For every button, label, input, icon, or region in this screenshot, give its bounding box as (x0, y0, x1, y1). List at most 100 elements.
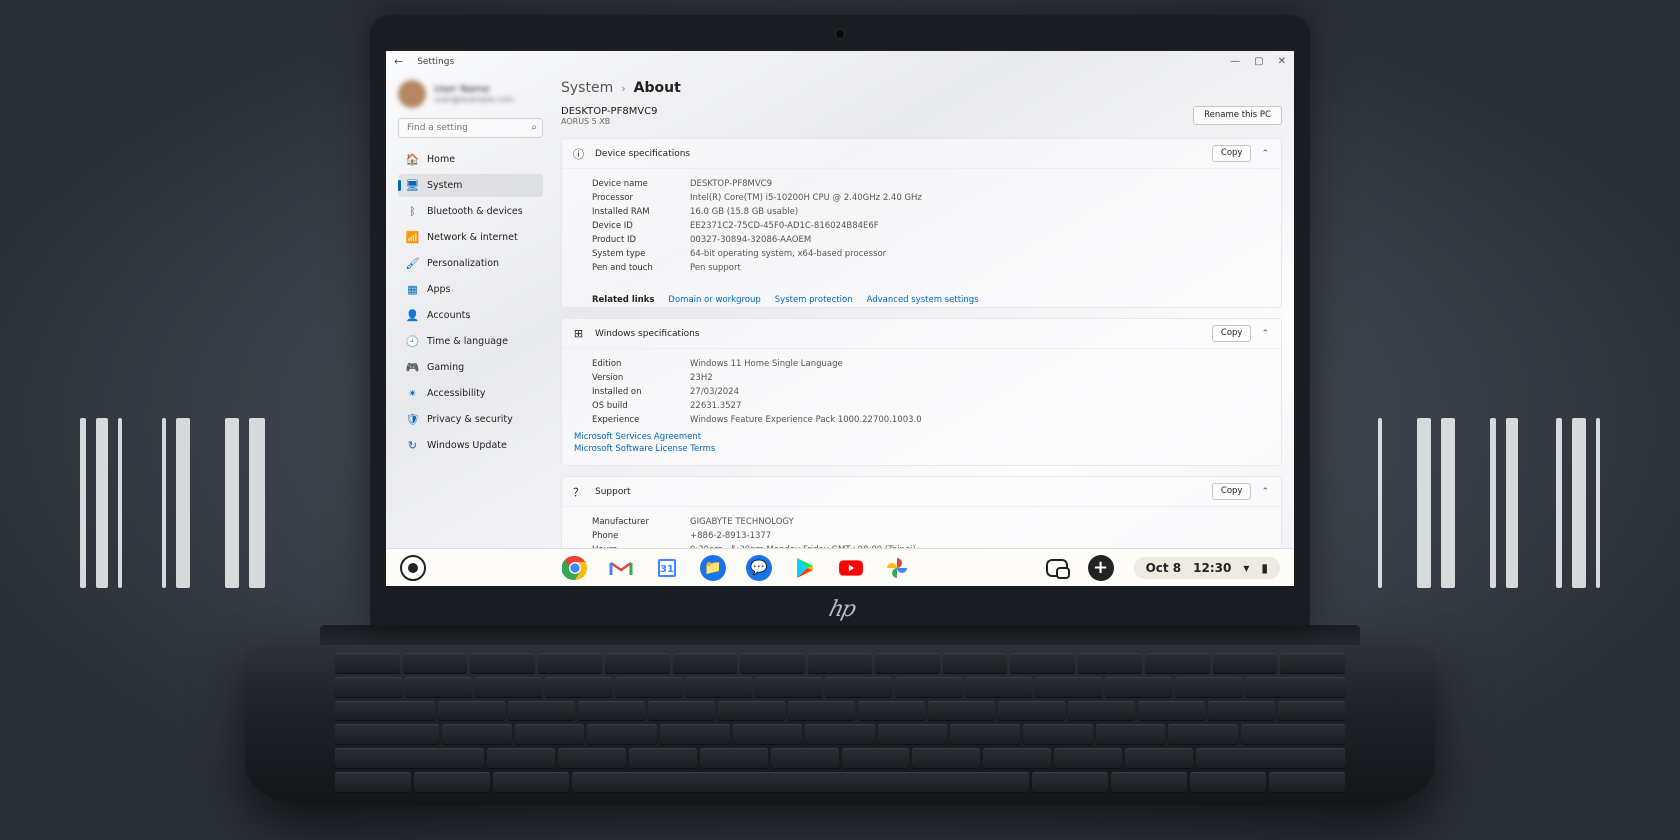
sidebar-item-privacy-security[interactable]: 🛡Privacy & security (398, 408, 543, 431)
back-button[interactable]: ← (394, 55, 403, 68)
spec-value: 23H2 (690, 373, 713, 383)
spec-value: 16.0 GB (15.8 GB usable) (690, 207, 798, 217)
nav-label: Home (427, 154, 455, 165)
nav-list: 🏠 Home 🖥 System ᛒBluetooth & devices 📶Network… (398, 148, 543, 457)
spec-key: Processor (592, 193, 672, 203)
nav-icon: ↻ (406, 439, 419, 452)
related-link[interactable]: Domain or workgroup (668, 295, 760, 305)
info-icon: ⓘ (572, 147, 585, 160)
wifi-icon: ▾ (1243, 561, 1249, 575)
profile-block[interactable]: User Name user@example.com (398, 80, 543, 108)
battery-icon: ▮ (1261, 561, 1268, 575)
nav-icon: ✴ (406, 387, 419, 400)
breadcrumb: System › About (561, 80, 1282, 96)
sidebar-item-accounts[interactable]: 👤Accounts (398, 304, 543, 327)
chrome-icon[interactable] (562, 555, 588, 581)
search-icon[interactable]: ⌕ (531, 122, 537, 133)
hp-logo: ℎ𝑝 (386, 586, 1294, 628)
related-link[interactable]: System protection (775, 295, 853, 305)
spec-row: Installed RAM16.0 GB (15.8 GB usable) (592, 205, 1269, 219)
nav-label: Accessibility (427, 388, 485, 399)
launcher-icon[interactable] (400, 555, 426, 581)
spec-row: Device nameDESKTOP-PF8MVC9 (592, 177, 1269, 191)
chromeos-shelf: 31 📁 💬 + Oct 8 12:30 ▾ ▮ (386, 548, 1294, 586)
sidebar-item-windows-update[interactable]: ↻ Windows Update (398, 434, 543, 457)
spec-row: ExperienceWindows Feature Experience Pac… (592, 413, 1269, 427)
copy-button-support[interactable]: Copy (1212, 483, 1252, 500)
terms-link[interactable]: Microsoft Software License Terms (574, 443, 1269, 455)
overview-icon[interactable] (1046, 559, 1068, 577)
copy-button-device[interactable]: Copy (1212, 145, 1252, 162)
support-title: Support (595, 487, 631, 497)
nav-icon: 📶 (406, 231, 419, 244)
sidebar-item-personalization[interactable]: 🖌Personalization (398, 252, 543, 275)
spec-row: Version 23H2 (592, 371, 1269, 385)
spec-key: Device ID (592, 221, 672, 231)
chevron-up-icon[interactable]: ⌃ (1261, 329, 1269, 339)
spec-key: Edition (592, 359, 672, 369)
nav-label: Windows Update (427, 440, 507, 451)
status-tray[interactable]: Oct 8 12:30 ▾ ▮ (1134, 557, 1280, 579)
sidebar-item-bluetooth-devices[interactable]: ᛒBluetooth & devices (398, 200, 543, 223)
window-close[interactable]: ✕ (1278, 56, 1286, 67)
sidebar: User Name user@example.com ⌕ 🏠 Home 🖥 Syste… (398, 80, 543, 548)
nav-label: Gaming (427, 362, 464, 373)
play-store-icon[interactable] (792, 555, 818, 581)
spec-key: OS build (592, 401, 672, 411)
nav-label: Bluetooth & devices (427, 206, 523, 217)
spec-key: Experience (592, 415, 672, 425)
nav-icon: 🕘 (406, 335, 419, 348)
rename-pc-button[interactable]: Rename this PC (1193, 106, 1282, 125)
chevron-up-icon[interactable]: ⌃ (1261, 487, 1269, 497)
sidebar-item-gaming[interactable]: 🎮Gaming (398, 356, 543, 379)
files-icon[interactable]: 📁 (700, 555, 726, 581)
photos-icon[interactable] (884, 555, 910, 581)
nav-icon: 🖥 (406, 179, 419, 192)
spec-key: Version (592, 373, 672, 383)
screen: ← Settings — ▢ ✕ User Name user@example.… (386, 51, 1294, 586)
add-icon[interactable]: + (1088, 555, 1114, 581)
avatar (398, 80, 426, 108)
device-specs-title: Device specifications (595, 149, 690, 159)
messages-icon[interactable]: 💬 (746, 555, 772, 581)
sidebar-item-apps[interactable]: ▦Apps (398, 278, 543, 301)
search-input[interactable] (398, 118, 543, 138)
window-minimize[interactable]: — (1230, 56, 1240, 67)
spec-value: +886-2-8913-1377 (690, 531, 771, 541)
gmail-icon[interactable] (608, 555, 634, 581)
nav-icon: 🏠 (406, 153, 419, 166)
terms-link[interactable]: Microsoft Services Agreement (574, 431, 1269, 443)
sidebar-item-network-internet[interactable]: 📶Network & internet (398, 226, 543, 249)
sidebar-item-home[interactable]: 🏠 Home (398, 148, 543, 171)
breadcrumb-root[interactable]: System (561, 80, 613, 96)
breadcrumb-page: About (634, 80, 681, 96)
main-content: System › About DESKTOP-PF8MVC9 AORUS 5 X… (561, 80, 1282, 548)
copy-button-windows[interactable]: Copy (1212, 325, 1252, 342)
spec-value: Pen support (690, 263, 741, 273)
support-card: ？ Support Copy ⌃ ManufacturerGIGABYTE TE… (561, 476, 1282, 548)
chevron-right-icon: › (621, 82, 625, 95)
nav-label: Personalization (427, 258, 499, 269)
nav-label: Privacy & security (427, 414, 513, 425)
window-maximize[interactable]: ▢ (1254, 56, 1263, 67)
spec-key: Product ID (592, 235, 672, 245)
calendar-icon[interactable]: 31 (654, 555, 680, 581)
screen-bezel: ← Settings — ▢ ✕ User Name user@example.… (370, 15, 1310, 625)
spec-row: OS build22631.3527 (592, 399, 1269, 413)
chevron-up-icon[interactable]: ⌃ (1261, 149, 1269, 159)
spec-row: ManufacturerGIGABYTE TECHNOLOGY (592, 515, 1269, 529)
window-title: Settings (417, 57, 454, 67)
spec-key: Device name (592, 179, 672, 189)
spec-row: EditionWindows 11 Home Single Language (592, 357, 1269, 371)
youtube-icon[interactable] (838, 555, 864, 581)
nav-label: System (427, 180, 462, 191)
related-link[interactable]: Advanced system settings (867, 295, 979, 305)
spec-value: 00327-30894-32086-AAOEM (690, 235, 811, 245)
sidebar-item-accessibility[interactable]: ✴ Accessibility (398, 382, 543, 405)
sidebar-item-system[interactable]: 🖥 System (398, 174, 543, 197)
windows-icon: ⊞ (572, 327, 585, 340)
profile-email: user@example.com (434, 95, 514, 104)
spec-value: 64-bit operating system, x64-based proce… (690, 249, 886, 259)
sidebar-item-time-language[interactable]: 🕘Time & language (398, 330, 543, 353)
spec-key: Pen and touch (592, 263, 672, 273)
